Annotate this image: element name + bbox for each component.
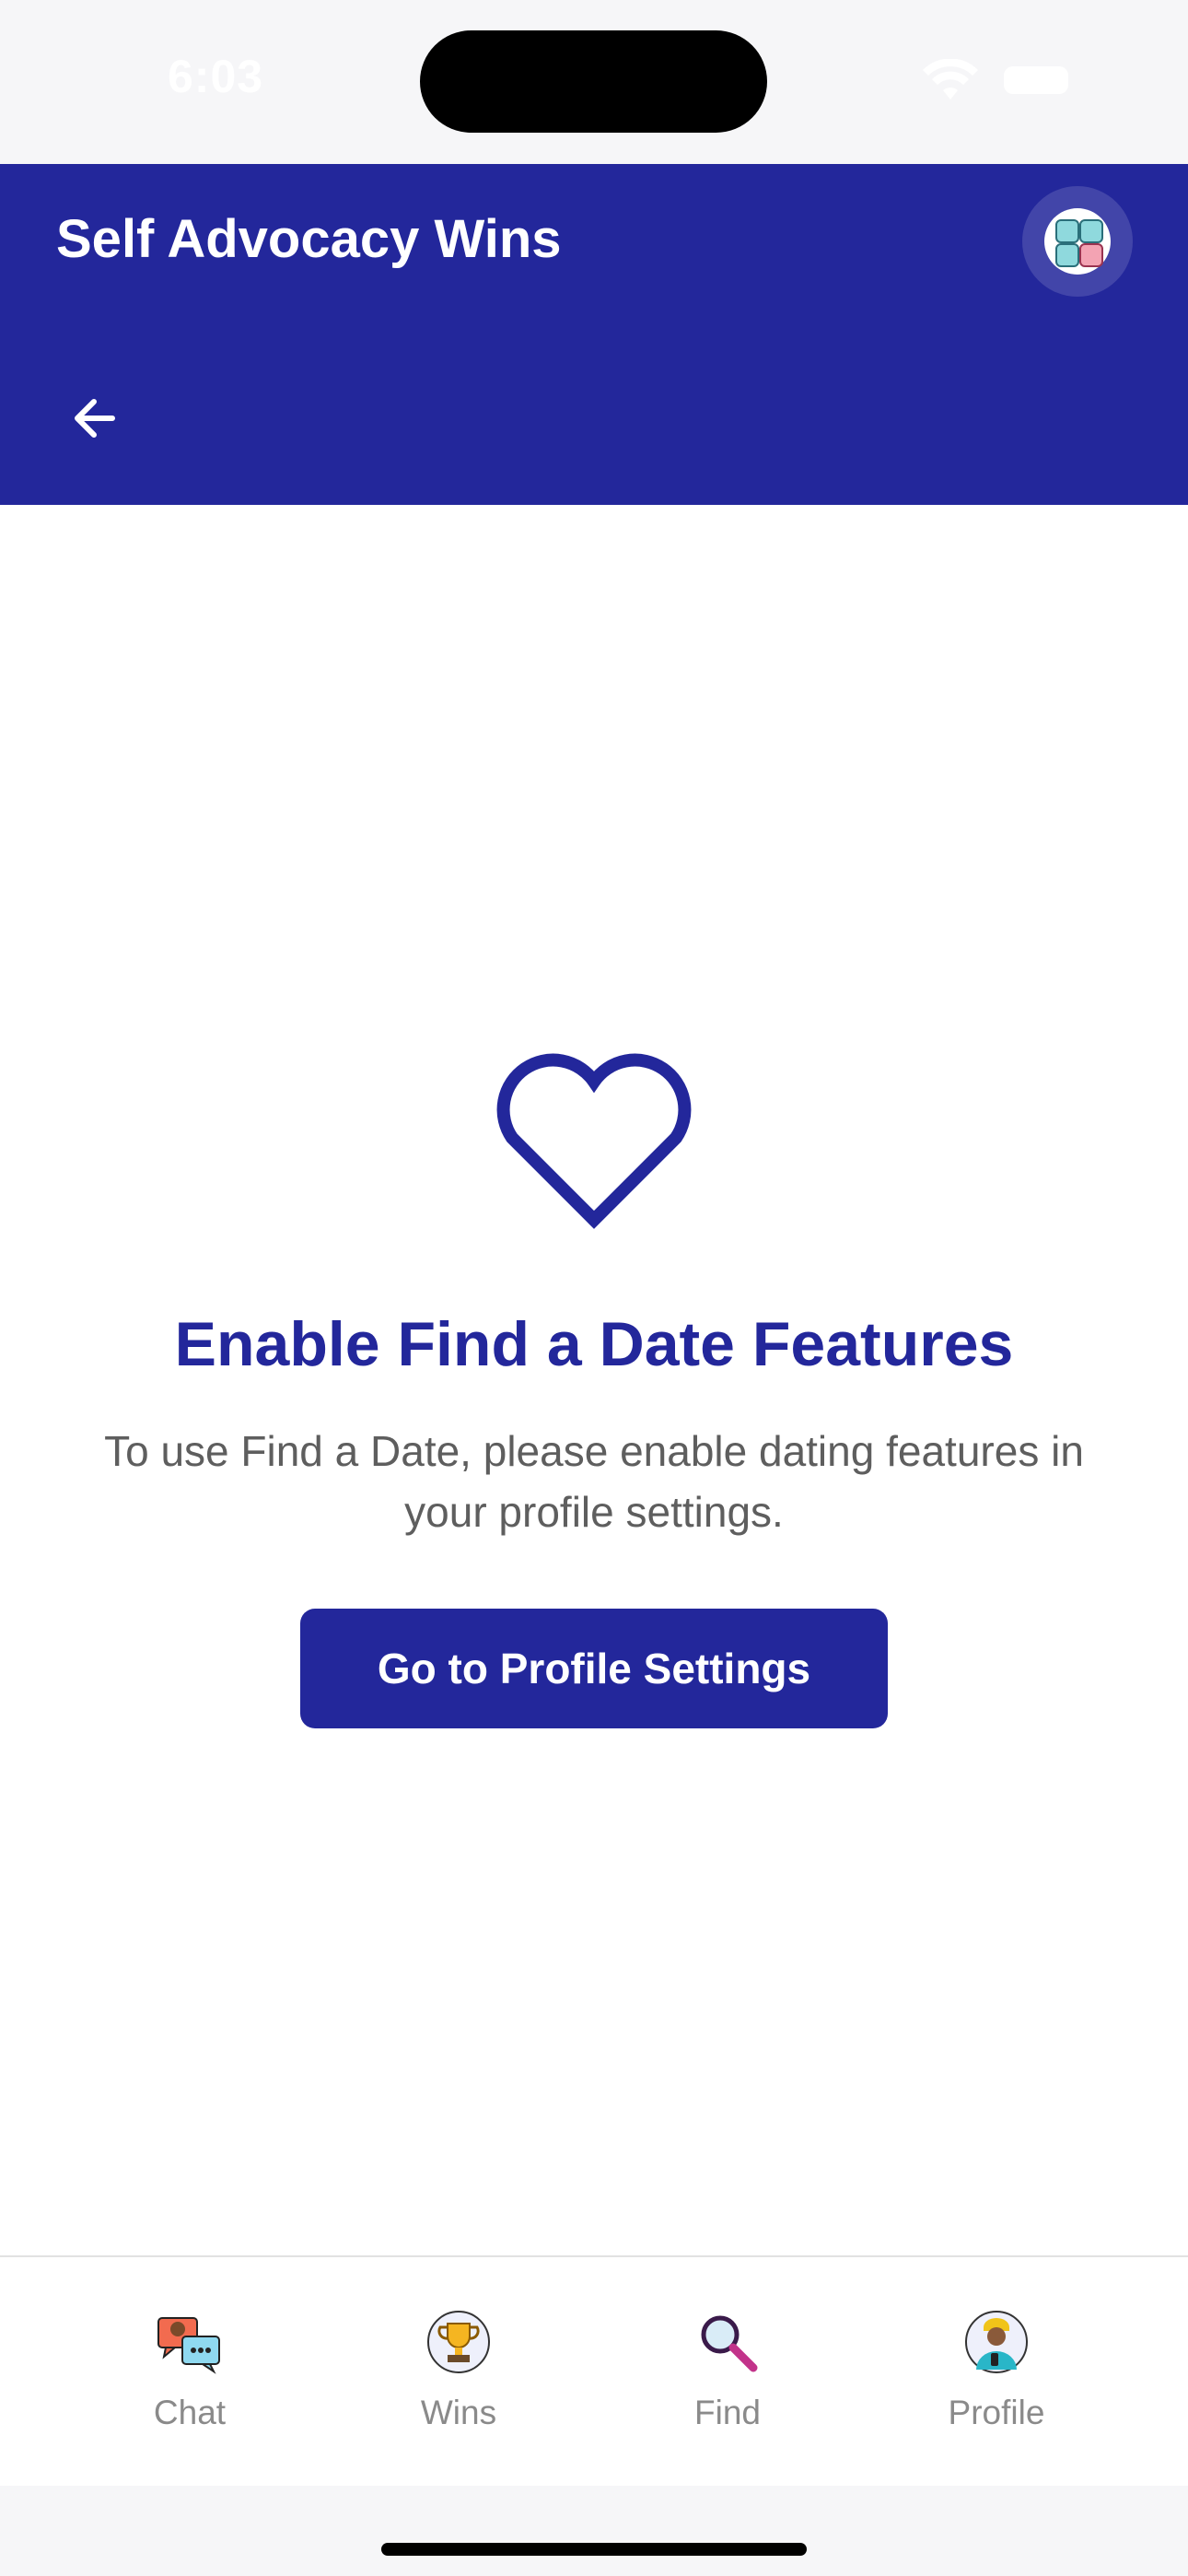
app-menu-button[interactable] xyxy=(1022,186,1133,297)
app-title: Self Advocacy Wins xyxy=(56,209,562,269)
battery-icon xyxy=(1004,66,1068,94)
main-content xyxy=(0,505,1188,2255)
heart-icon xyxy=(496,1053,692,1229)
status-bar: 6:03 xyxy=(0,0,1188,164)
trophy-icon xyxy=(427,2311,490,2373)
home-indicator xyxy=(381,2543,807,2556)
tab-label-wins: Wins xyxy=(420,2394,497,2431)
magnifier-icon xyxy=(701,2315,758,2372)
chat-icon xyxy=(157,2317,220,2374)
status-time: 6:03 xyxy=(168,51,264,102)
tab-wins[interactable]: Wins xyxy=(348,2257,569,2486)
bottom-tab-bar: Chat Wins Find Profile xyxy=(0,2255,1188,2486)
avatar-icon xyxy=(965,2311,1028,2373)
tab-label-profile: Profile xyxy=(948,2394,1045,2431)
tab-profile[interactable]: Profile xyxy=(886,2257,1107,2486)
tab-find[interactable]: Find xyxy=(617,2257,838,2486)
tab-label-find: Find xyxy=(694,2394,761,2431)
app-header: Self Advocacy Wins xyxy=(0,164,1188,505)
back-arrow-icon[interactable] xyxy=(68,391,133,446)
page-description: To use Find a Date, please enable dating… xyxy=(104,1427,1084,1536)
wifi-icon xyxy=(923,59,978,100)
page-headline: Enable Find a Date Features xyxy=(174,1309,1014,1379)
tab-chat[interactable]: Chat xyxy=(79,2257,300,2486)
tab-label-chat: Chat xyxy=(153,2394,227,2431)
dynamic-island xyxy=(420,30,767,133)
app-grid-icon xyxy=(1044,208,1111,275)
go-to-profile-settings-button[interactable]: Go to Profile Settings xyxy=(300,1609,888,1728)
